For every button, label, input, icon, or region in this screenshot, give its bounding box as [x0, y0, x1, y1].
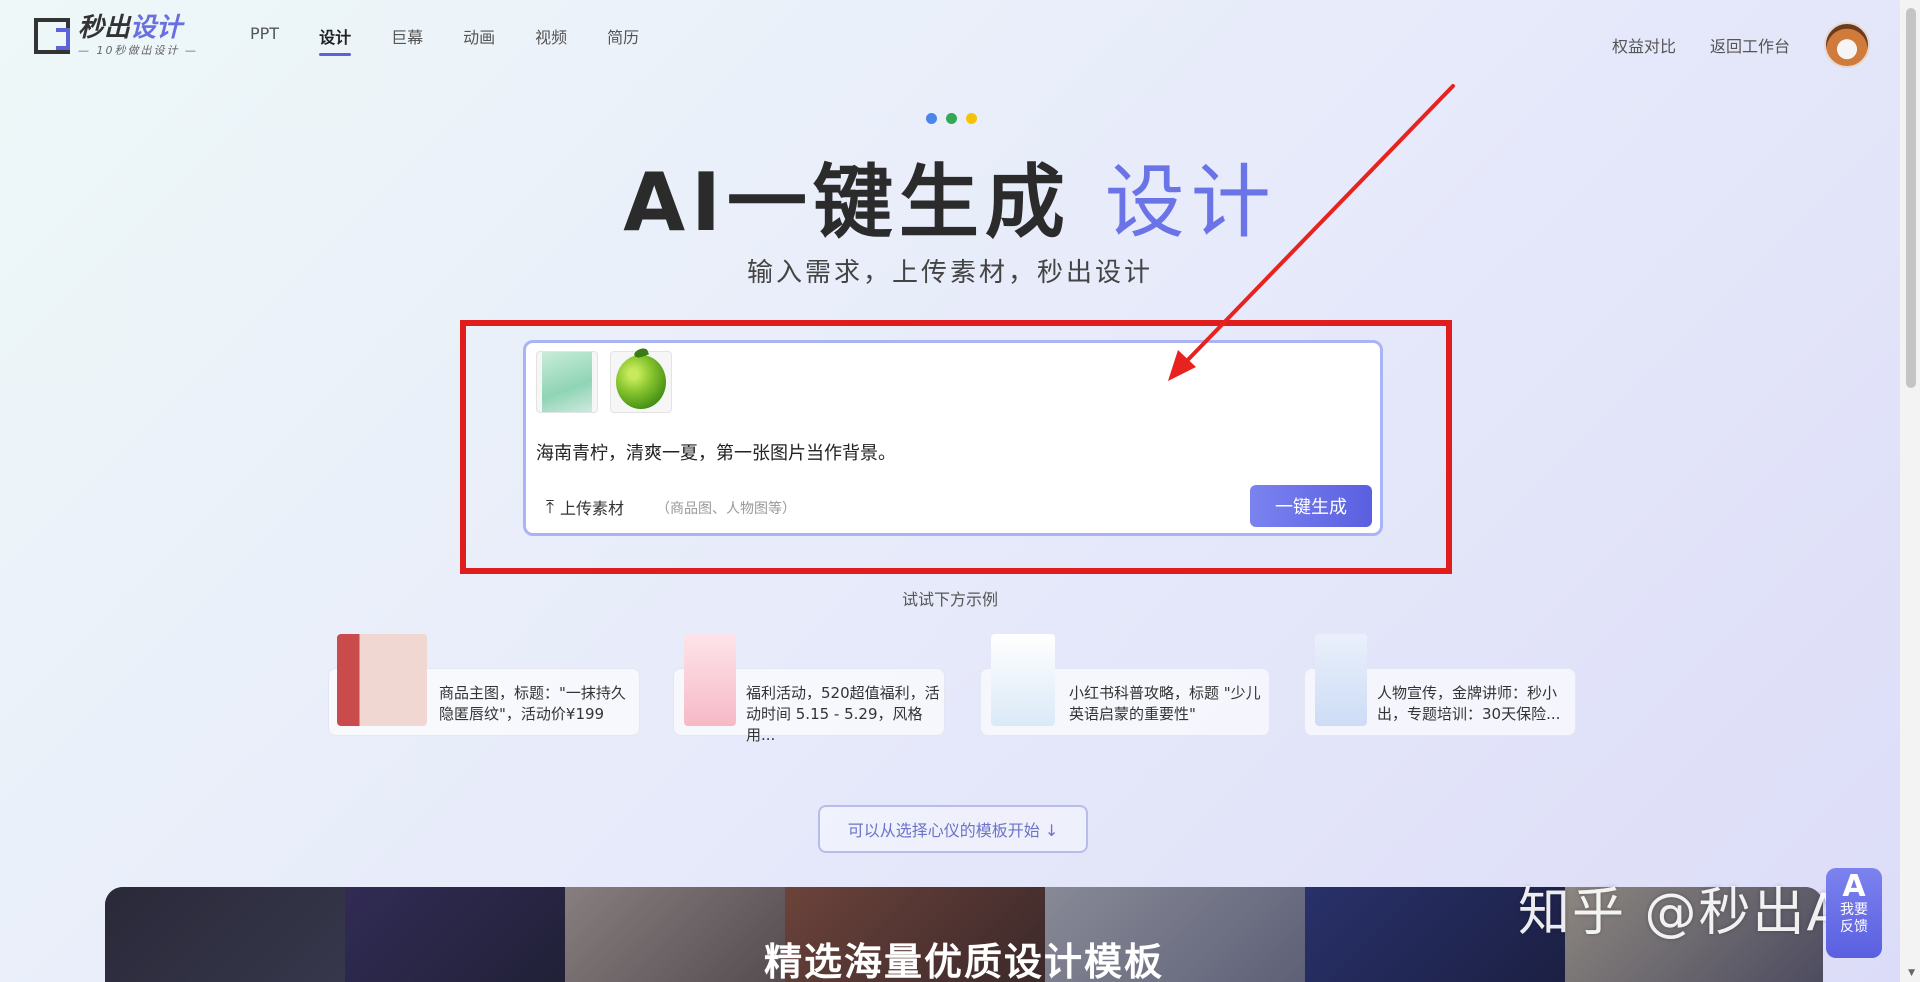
- nav-item-video[interactable]: 视频: [535, 24, 567, 54]
- dot-blue: [926, 113, 937, 124]
- example-card-promo[interactable]: 福利活动，520超值福利，活 动时间 5.15 - 5.29，风格用...: [673, 634, 945, 744]
- nav-item-resume[interactable]: 简历: [607, 24, 639, 54]
- logo-title: 秒出: [78, 13, 131, 43]
- header-right: 权益对比 返回工作台: [1612, 22, 1870, 68]
- nav-item-ppt[interactable]: PPT: [250, 24, 279, 54]
- hero-subtitle: 输入需求，上传素材，秒出设计: [746, 258, 1153, 288]
- back-to-workspace-link[interactable]: 返回工作台: [1710, 33, 1790, 57]
- scrollbar-thumb[interactable]: [1906, 8, 1916, 388]
- example-card-person[interactable]: 人物宣传，金牌讲师：秒小 出，专题培训：30天保险...: [1304, 634, 1576, 736]
- logo-title-accent: 设计: [130, 13, 183, 43]
- logo-mark-icon: [34, 18, 70, 54]
- example-thumb-lipstick: [337, 634, 427, 726]
- logo[interactable]: 秒出设计 — 10秒做出设计 —: [34, 14, 198, 58]
- nav-item-design[interactable]: 设计: [319, 24, 352, 56]
- user-avatar[interactable]: [1824, 22, 1870, 68]
- example-thumb-english: [991, 634, 1055, 726]
- hero-title: AI一键生成 设计: [623, 156, 1277, 249]
- example-card-xiaohongshu[interactable]: 小红书科普攻略，标题 "少儿 英语启蒙的重要性": [980, 634, 1270, 736]
- decorative-dots: [926, 113, 977, 124]
- top-header: 秒出设计 — 10秒做出设计 — PPT 设计 巨幕 动画 视频 简历 权益对比…: [0, 0, 1900, 70]
- nav-item-giant-screen[interactable]: 巨幕: [391, 24, 423, 54]
- page-scrollbar[interactable]: ▼: [1900, 0, 1920, 982]
- benefits-compare-link[interactable]: 权益对比: [1612, 33, 1676, 57]
- example-thumb-speaker: [1315, 634, 1367, 726]
- feedback-button[interactable]: A 我要 反馈: [1826, 868, 1882, 958]
- example-thumb-520: [684, 634, 736, 726]
- feedback-logo-icon: A: [1842, 869, 1866, 904]
- logo-subtitle: — 10秒做出设计 —: [78, 44, 198, 57]
- dot-green: [946, 113, 957, 124]
- example-card-product[interactable]: 商品主图，标题："一抹持久 隐匿唇纹"，活动价¥199: [328, 634, 640, 736]
- scroll-down-arrow-icon[interactable]: ▼: [1908, 968, 1915, 978]
- hero-title-accent: 设计: [1104, 156, 1277, 249]
- nav-item-animation[interactable]: 动画: [463, 24, 495, 54]
- examples-label: 试试下方示例: [901, 590, 998, 609]
- choose-template-button[interactable]: 可以从选择心仪的模板开始 ↓: [818, 805, 1088, 853]
- watermark: 知乎 @秒出AI: [1518, 883, 1862, 943]
- main-nav: PPT 设计 巨幕 动画 视频 简历: [250, 24, 679, 56]
- dot-yellow: [966, 113, 977, 124]
- highlight-frame: [460, 320, 1452, 574]
